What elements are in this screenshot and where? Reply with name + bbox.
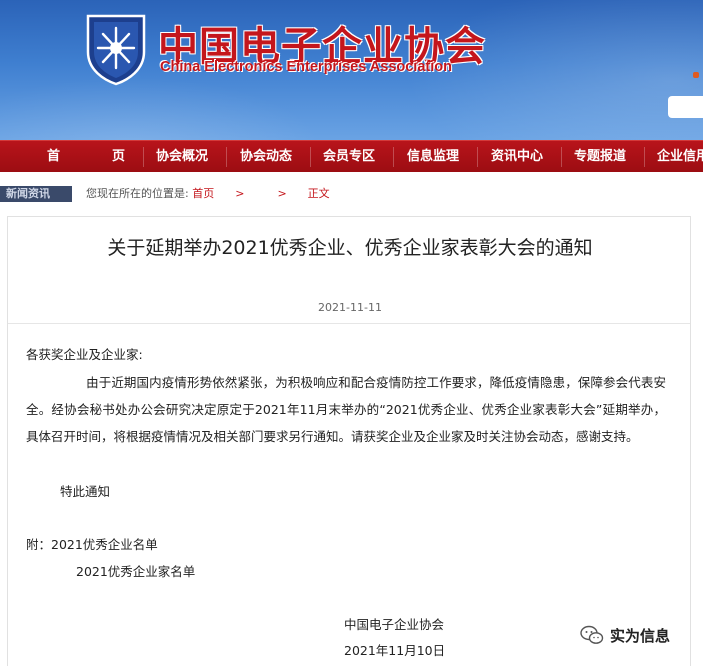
breadcrumb-prefix: 您现在所在的位置是: — [86, 187, 189, 200]
org-name-en: China Electronics Enterprises Associatio… — [160, 59, 452, 75]
nav-item-credit[interactable]: 企业信用 — [657, 141, 703, 173]
nav-divider — [644, 147, 645, 167]
source-watermark: 实为信息 — [580, 620, 670, 650]
banner-decoration — [0, 70, 340, 140]
watermark-text: 实为信息 — [610, 626, 671, 645]
nav-divider — [477, 147, 478, 167]
banner-dot — [693, 72, 699, 78]
breadcrumb-bar: 新闻资讯 您现在所在的位置是: 首页 > > 正文 — [0, 172, 703, 210]
search-input[interactable] — [668, 96, 703, 118]
nav-divider — [143, 147, 144, 167]
nav-divider — [561, 147, 562, 167]
nav-item-home-1[interactable]: 首 — [47, 141, 60, 173]
breadcrumb-separator: > — [277, 187, 287, 200]
breadcrumb-current: 正文 — [307, 187, 330, 200]
nav-item-news[interactable]: 协会动态 — [240, 141, 292, 173]
article-closing: 特此通知 — [60, 484, 111, 499]
nav-divider — [393, 147, 394, 167]
article-panel: 关于延期举办2021优秀企业、优秀企业家表彰大会的通知 2021-11-11 各… — [7, 216, 691, 666]
nav-item-special[interactable]: 专题报道 — [574, 141, 626, 173]
nav-item-members[interactable]: 会员专区 — [323, 141, 375, 173]
breadcrumb-tag: 新闻资讯 — [0, 186, 72, 202]
attachment-entrepreneur-list[interactable]: 2021优秀企业家名单 — [76, 560, 195, 584]
nav-divider — [310, 147, 311, 167]
main-nav: 首 页 协会概况 协会动态 会员专区 信息监理 资讯中心 专题报道 企业信用 — [0, 140, 703, 172]
article-salutation: 各获奖企业及企业家: — [26, 347, 143, 362]
nav-divider — [226, 147, 227, 167]
wechat-icon — [580, 625, 604, 644]
article-signer: 中国电子企业协会 — [344, 617, 445, 632]
breadcrumb: 您现在所在的位置是: 首页 > > 正文 — [86, 186, 330, 202]
article-body: 由于近期国内疫情形势依然紧张，为积极响应和配合疫情防控工作要求，降低疫情隐患，保… — [26, 369, 666, 450]
nav-item-supervision[interactable]: 信息监理 — [407, 141, 459, 173]
article-sign-date: 2021年11月10日 — [344, 643, 446, 658]
breadcrumb-home-link[interactable]: 首页 — [192, 187, 214, 200]
association-logo-icon[interactable] — [84, 12, 148, 86]
nav-item-home-2[interactable]: 页 — [112, 141, 125, 173]
article-title: 关于延期举办2021优秀企业、优秀企业家表彰大会的通知 — [107, 237, 593, 259]
nav-item-info-center[interactable]: 资讯中心 — [491, 141, 543, 173]
header-banner: 中国电子企业协会 China Electronics Enterprises A… — [0, 0, 703, 140]
attachment-company-list[interactable]: 附：2021优秀企业名单 — [26, 533, 158, 557]
breadcrumb-separator: > — [235, 187, 245, 200]
article-divider — [8, 323, 690, 324]
nav-item-about[interactable]: 协会概况 — [156, 141, 208, 173]
article-date: 2021-11-11 — [318, 301, 382, 314]
article-body-text: 由于近期国内疫情形势依然紧张，为积极响应和配合疫情防控工作要求，降低疫情隐患，保… — [26, 375, 666, 444]
